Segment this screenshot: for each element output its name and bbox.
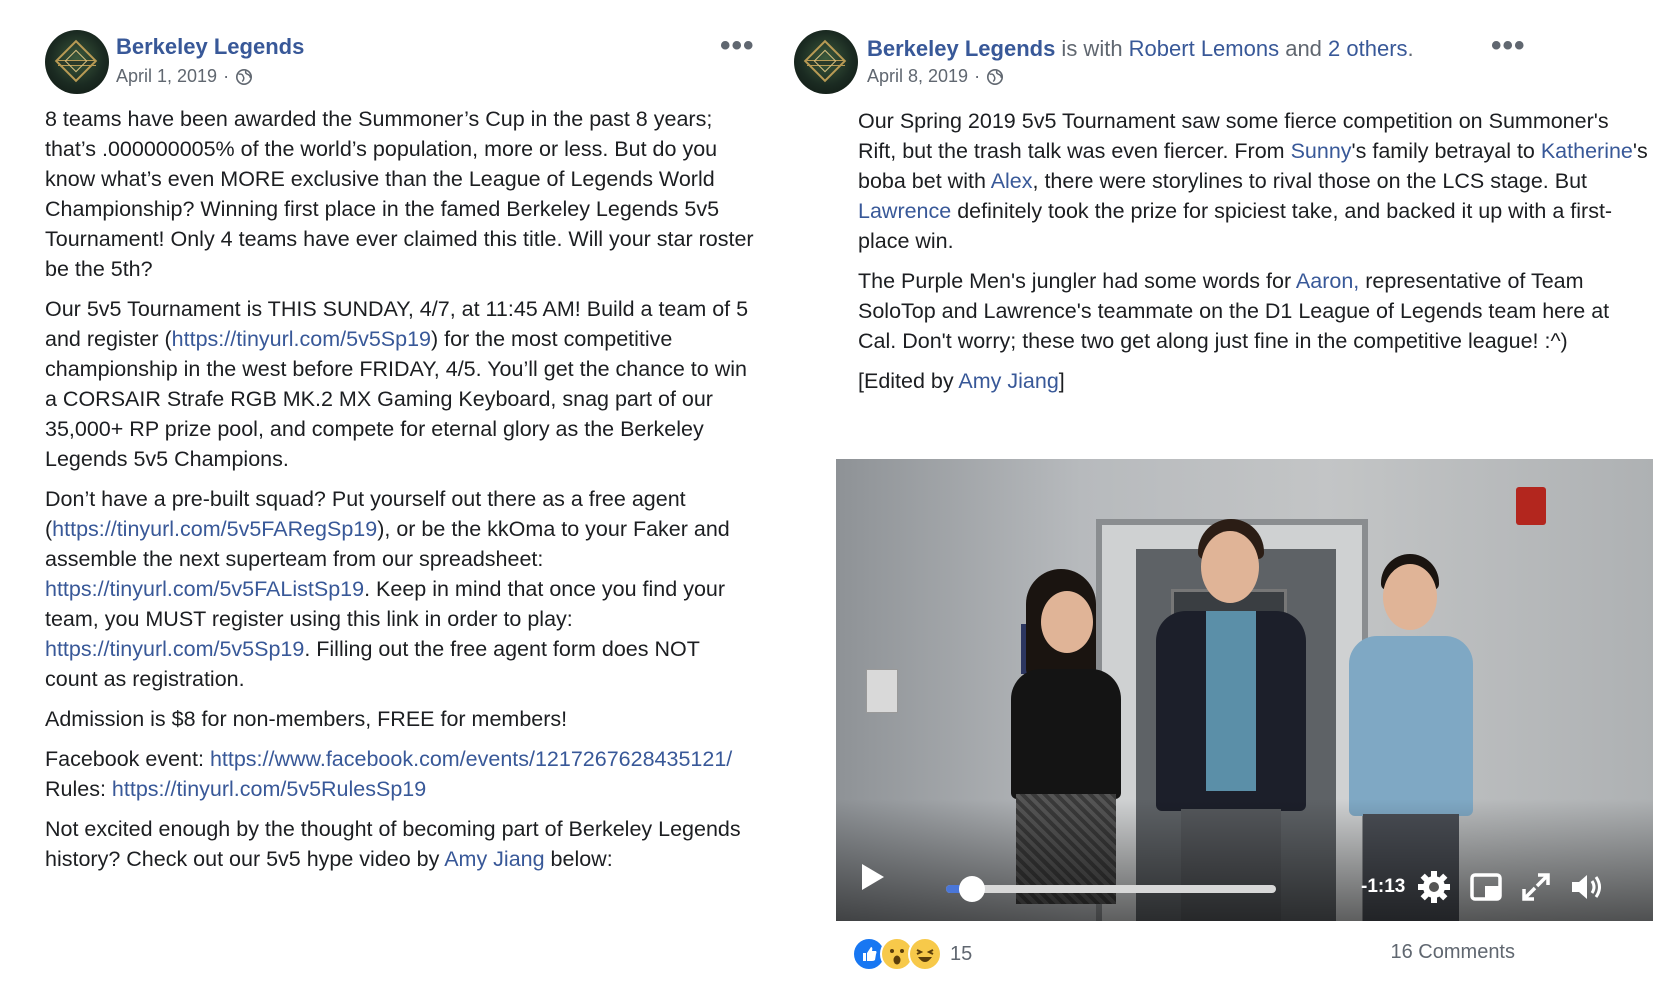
- others-link[interactable]: 2 others: [1328, 36, 1408, 61]
- post-header-line: Berkeley Legends is with Robert Lemons a…: [867, 36, 1414, 62]
- inline-link[interactable]: Sunny: [1291, 139, 1352, 163]
- post-paragraph: 8 teams have been awarded the Summoner’s…: [45, 104, 757, 284]
- post-left: Berkeley Legends April 1, 2019 · ••• 8 t…: [0, 0, 830, 991]
- paragraph-text: [Edited by: [858, 369, 959, 393]
- paragraph-text: below:: [544, 847, 613, 871]
- picture-in-picture-icon[interactable]: [1468, 869, 1504, 905]
- paragraph-text: ]: [1058, 369, 1065, 393]
- post-date[interactable]: April 1, 2019: [116, 66, 217, 87]
- period-text: .: [1407, 36, 1414, 61]
- settings-icon[interactable]: [1416, 869, 1452, 905]
- meta-separator: ·: [974, 66, 981, 86]
- inline-link[interactable]: https://tinyurl.com/5v5Sp19: [172, 327, 431, 351]
- post-body: Our Spring 2019 5v5 Tournament saw some …: [858, 106, 1648, 406]
- more-options-icon[interactable]: •••: [720, 31, 755, 61]
- reaction-count[interactable]: 15: [950, 943, 972, 966]
- with-text: is with: [1055, 36, 1129, 61]
- inline-link[interactable]: Lawrence: [858, 199, 951, 223]
- video-time-remaining: -1:13: [1361, 876, 1406, 897]
- post-paragraph: Not excited enough by the thought of bec…: [45, 814, 757, 874]
- and-text: and: [1279, 36, 1329, 61]
- play-icon[interactable]: [862, 864, 884, 890]
- paragraph-text: , there were storylines to rival those o…: [1032, 169, 1588, 193]
- post-paragraph: Our 5v5 Tournament is THIS SUNDAY, 4/7, …: [45, 294, 757, 474]
- paragraph-text: 8 teams have been awarded the Summoner’s…: [45, 107, 754, 281]
- post-paragraph: [Edited by Amy Jiang]: [858, 366, 1648, 396]
- post-date[interactable]: April 8, 2019: [867, 66, 968, 87]
- inline-link[interactable]: https://www.facebook.com/events/12172676…: [210, 747, 732, 771]
- inline-link[interactable]: https://tinyurl.com/5v5RulesSp19: [112, 777, 426, 801]
- post-paragraph: Don’t have a pre-built squad? Put yourse…: [45, 484, 757, 694]
- paragraph-text: Facebook event:: [45, 747, 210, 771]
- page-name-link[interactable]: Berkeley Legends: [867, 36, 1055, 61]
- more-options-icon[interactable]: •••: [1491, 31, 1526, 61]
- paragraph-text: definitely took the prize for spiciest t…: [858, 199, 1613, 253]
- post-paragraph: Admission is $8 for non-members, FREE fo…: [45, 704, 757, 734]
- paragraph-text: The Purple Men's jungler had some words …: [858, 269, 1296, 293]
- inline-link[interactable]: https://tinyurl.com/5v5Sp19: [45, 637, 304, 661]
- tagged-person-link[interactable]: Robert Lemons: [1129, 36, 1279, 61]
- inline-link[interactable]: Amy Jiang: [444, 847, 544, 871]
- comments-count-link[interactable]: 16 Comments: [1391, 941, 1516, 964]
- inline-link[interactable]: Katherine: [1541, 139, 1633, 163]
- post-meta: April 8, 2019 ·: [867, 66, 1004, 87]
- video-outlet: [866, 669, 898, 713]
- page-name-link[interactable]: Berkeley Legends: [116, 34, 304, 60]
- globe-icon: [987, 68, 1004, 85]
- inline-link[interactable]: Amy Jiang: [958, 369, 1058, 393]
- paragraph-text: Rules:: [45, 777, 112, 801]
- post-paragraph: The Purple Men's jungler had some words …: [858, 266, 1648, 356]
- inline-link[interactable]: Aaron,: [1296, 269, 1359, 293]
- globe-icon: [236, 68, 253, 85]
- haha-reaction-icon: [908, 937, 942, 971]
- reactions-bar[interactable]: 15: [852, 937, 972, 971]
- page-avatar[interactable]: [794, 30, 858, 94]
- inline-link[interactable]: https://tinyurl.com/5v5FARegSp19: [52, 517, 377, 541]
- video-progress-bar[interactable]: [946, 876, 1276, 902]
- page-avatar[interactable]: [45, 30, 109, 94]
- volume-icon[interactable]: [1568, 869, 1604, 905]
- paragraph-text: Not excited enough by the thought of bec…: [45, 817, 741, 871]
- post-meta: April 1, 2019 ·: [116, 66, 253, 87]
- post-paragraph: Our Spring 2019 5v5 Tournament saw some …: [858, 106, 1648, 256]
- meta-separator: ·: [223, 66, 230, 86]
- inline-link[interactable]: https://tinyurl.com/5v5FAListSp19: [45, 577, 364, 601]
- post-paragraph: Facebook event: https://www.facebook.com…: [45, 744, 757, 804]
- post-body: 8 teams have been awarded the Summoner’s…: [45, 104, 757, 884]
- paragraph-text: 's family betrayal to: [1351, 139, 1541, 163]
- video-player[interactable]: -1:13: [836, 459, 1653, 921]
- paragraph-text: Admission is $8 for non-members, FREE fo…: [45, 707, 568, 731]
- video-fire-alarm: [1516, 487, 1546, 525]
- fullscreen-icon[interactable]: [1518, 869, 1554, 905]
- inline-link[interactable]: Alex: [991, 169, 1033, 193]
